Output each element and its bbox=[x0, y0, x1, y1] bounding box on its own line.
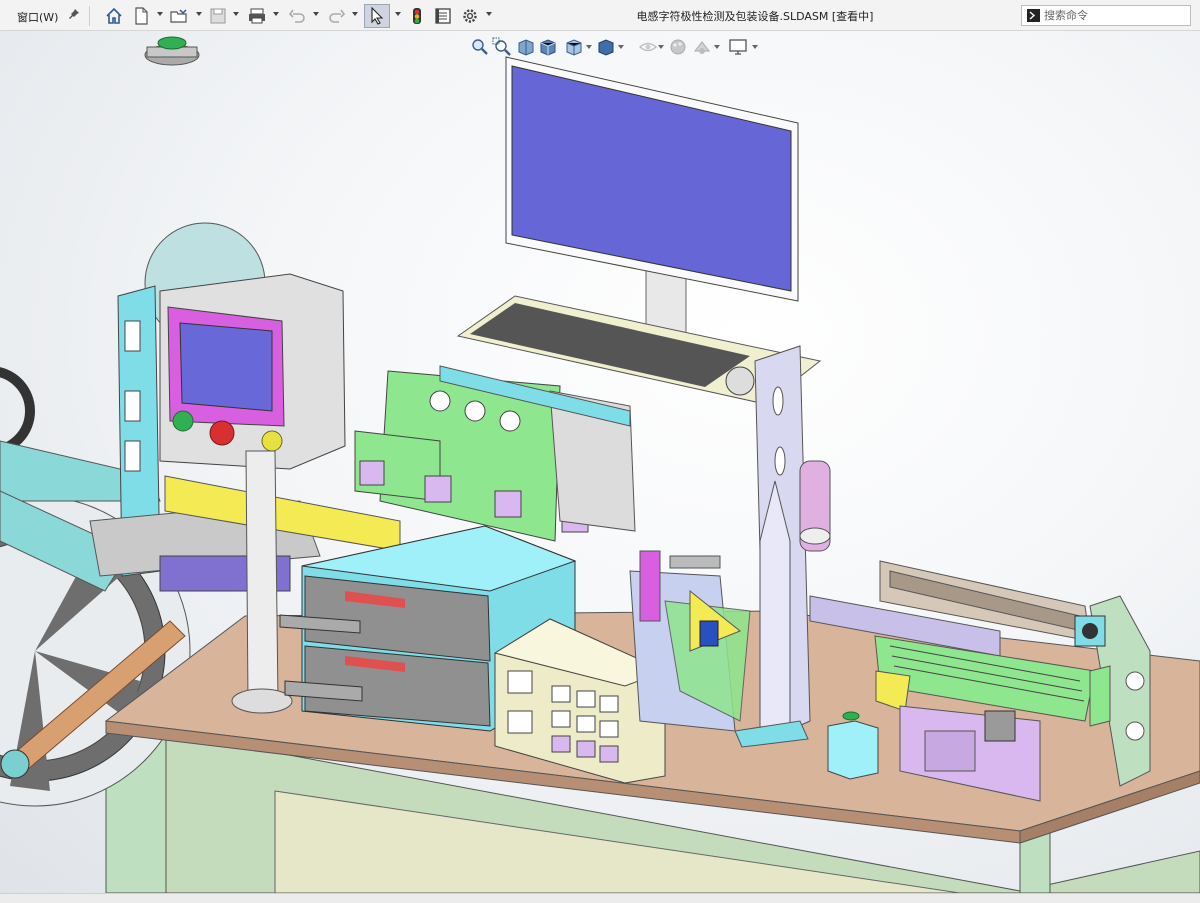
search-box[interactable] bbox=[1021, 5, 1191, 26]
options-dropdown-caret[interactable] bbox=[486, 12, 492, 16]
print-dropdown-caret[interactable] bbox=[273, 12, 279, 16]
toolbar-separator bbox=[89, 6, 90, 26]
print-icon[interactable] bbox=[246, 5, 268, 27]
emergency-stop-top bbox=[144, 36, 200, 66]
undo-dropdown-caret[interactable] bbox=[313, 12, 319, 16]
new-dropdown-caret[interactable] bbox=[157, 12, 163, 16]
new-document-icon[interactable] bbox=[130, 5, 152, 27]
redo-dropdown-caret[interactable] bbox=[352, 12, 358, 16]
undo-icon[interactable] bbox=[286, 5, 308, 27]
pin-icon[interactable] bbox=[68, 8, 80, 20]
file-properties-icon[interactable] bbox=[432, 5, 454, 27]
redo-icon[interactable] bbox=[326, 5, 348, 27]
title-toolbar-bar: 窗口(W) 电感字符极性检测及包装设备.SLDASM [查看中] bbox=[0, 0, 1200, 31]
save-dropdown-caret[interactable] bbox=[233, 12, 239, 16]
save-icon[interactable] bbox=[207, 5, 229, 27]
central-mechanism bbox=[629, 550, 751, 732]
search-input[interactable] bbox=[1044, 8, 1186, 23]
command-prompt-icon bbox=[1027, 9, 1040, 22]
green-plate bbox=[354, 365, 636, 542]
home-icon[interactable] bbox=[103, 5, 125, 27]
select-cursor-icon[interactable] bbox=[364, 4, 390, 28]
status-bar bbox=[0, 893, 1200, 903]
menu-window[interactable]: 窗口(W) bbox=[17, 9, 58, 25]
open-dropdown-caret[interactable] bbox=[196, 12, 202, 16]
select-dropdown-caret[interactable] bbox=[395, 12, 401, 16]
traffic-light-icon[interactable] bbox=[406, 5, 428, 27]
open-folder-icon[interactable] bbox=[168, 5, 190, 27]
options-gear-icon[interactable] bbox=[459, 5, 481, 27]
graphics-viewport[interactable] bbox=[0, 31, 1200, 893]
assembly-model[interactable] bbox=[0, 31, 1200, 893]
document-title: 电感字符极性检测及包装设备.SLDASM [查看中] bbox=[636, 10, 874, 23]
